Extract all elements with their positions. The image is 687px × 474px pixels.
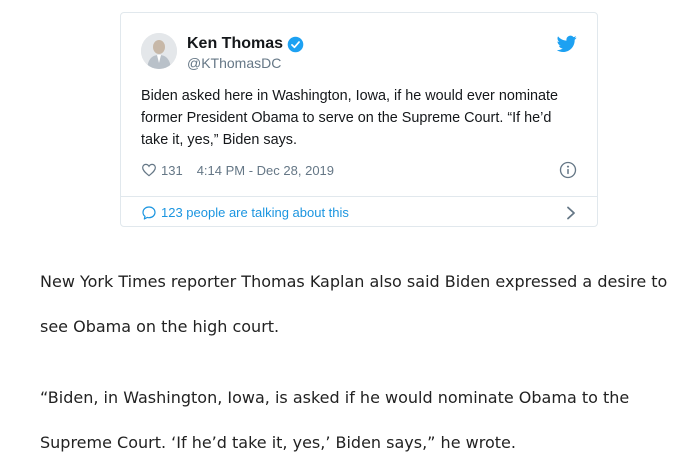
chevron-right-icon[interactable]: [565, 206, 577, 220]
like-count[interactable]: 131: [161, 163, 183, 178]
author-name[interactable]: Ken Thomas: [187, 35, 283, 53]
author-handle[interactable]: @KThomasDC: [187, 55, 281, 71]
heart-icon[interactable]: [141, 162, 157, 178]
tweet-timestamp[interactable]: 4:14 PM - Dec 28, 2019: [197, 163, 334, 178]
avatar-image: [141, 33, 177, 69]
conversation-link[interactable]: 123 people are talking about this: [141, 197, 577, 228]
article-paragraph: “Biden, in Washington, Iowa, is asked if…: [40, 388, 630, 452]
tweet-text: Biden asked here in Washington, Iowa, if…: [141, 88, 559, 148]
info-icon[interactable]: [559, 161, 577, 179]
embedded-tweet: Ken Thomas @KThomasDC Biden asked here i…: [120, 12, 598, 227]
avatar[interactable]: [141, 33, 177, 69]
verified-badge-icon: [287, 36, 304, 53]
twitter-bird-icon[interactable]: [557, 35, 577, 53]
article-paragraph: New York Times reporter Thomas Kaplan al…: [40, 272, 668, 336]
conversation-label[interactable]: 123 people are talking about this: [161, 205, 565, 220]
tweet-meta: 131 4:14 PM - Dec 28, 2019: [141, 162, 334, 178]
speech-bubble-icon: [142, 205, 156, 220]
